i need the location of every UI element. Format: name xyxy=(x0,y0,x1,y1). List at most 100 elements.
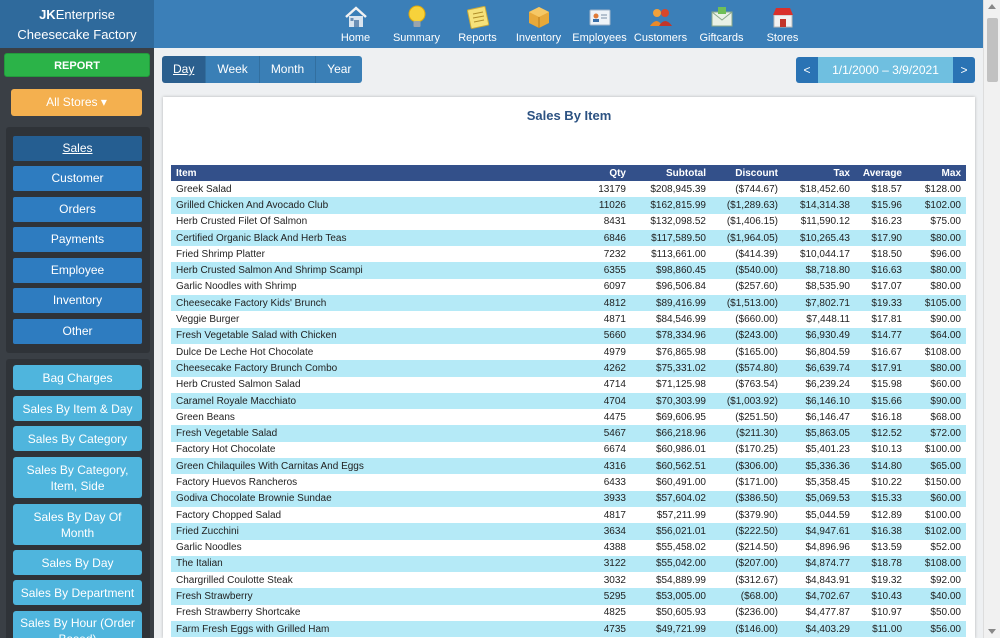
cell-item: Chargrilled Coulotte Steak xyxy=(176,574,293,586)
cell-qty: 3634 xyxy=(566,523,631,540)
cell-tax: $4,843.91 xyxy=(805,574,851,586)
cell-tax: $5,863.05 xyxy=(783,425,855,442)
sidebar-item-inventory[interactable]: Inventory xyxy=(13,288,142,313)
brand[interactable]: JKEnterprise Cheesecake Factory xyxy=(0,0,154,48)
cell-subtotal: $66,218.96 xyxy=(631,425,711,442)
cell-tax: $7,448.11 xyxy=(806,314,850,326)
page-scrollbar[interactable] xyxy=(983,0,1000,638)
report-link-sales-by-item-day[interactable]: Sales By Item & Day xyxy=(13,396,142,421)
cell-average: $15.66 xyxy=(855,392,907,410)
period-week-button[interactable]: Week xyxy=(206,56,260,83)
nav-customers[interactable]: Customers xyxy=(630,3,691,44)
nav-employees[interactable]: Employees xyxy=(569,3,630,44)
cell-item: Green Beans xyxy=(176,411,235,423)
lightbulb-icon xyxy=(403,3,431,31)
scroll-down-icon[interactable] xyxy=(988,629,996,634)
next-range-button[interactable]: > xyxy=(953,57,975,83)
cell-discount: ($222.50) xyxy=(711,523,783,540)
cell-subtotal: $113,661.00 xyxy=(651,248,706,260)
cell-max: $65.00 xyxy=(907,458,966,475)
column-header-subtotal[interactable]: Subtotal xyxy=(631,165,711,181)
column-header-max[interactable]: Max xyxy=(907,165,966,181)
date-range-display[interactable]: 1/1/2000 – 3/9/2021 xyxy=(818,57,953,83)
cell-average: $19.32 xyxy=(871,574,902,586)
column-header-tax[interactable]: Tax xyxy=(783,165,855,181)
store-icon xyxy=(769,3,797,31)
prev-range-button[interactable]: < xyxy=(796,57,818,83)
column-header-average[interactable]: Average xyxy=(855,165,907,181)
report-link-sales-by-day[interactable]: Sales By Day xyxy=(13,550,142,575)
table-row: The Italian 3122 $55,042.00 ($207.00) $4,874… xyxy=(171,555,966,573)
nav-reports[interactable]: Reports xyxy=(447,3,508,44)
report-link-sales-by-category[interactable]: Sales By Category xyxy=(13,426,142,451)
scroll-up-icon[interactable] xyxy=(988,4,996,9)
cell-tax: $5,401.23 xyxy=(805,444,851,456)
report-link-sales-by-department[interactable]: Sales By Department xyxy=(13,580,142,605)
cell-subtotal: $96,506.84 xyxy=(655,281,706,293)
cell-average: $10.43 xyxy=(855,588,907,605)
cell-average: $15.96 xyxy=(855,197,907,214)
cell-discount: ($165.00) xyxy=(735,346,778,358)
sidebar-item-sales[interactable]: Sales xyxy=(13,136,142,161)
cell-average: $19.33 xyxy=(855,295,907,312)
report-link-bag-charges[interactable]: Bag Charges xyxy=(13,365,142,390)
cell-qty: 6433 xyxy=(603,476,626,488)
nav-giftcards[interactable]: Giftcards xyxy=(691,3,752,44)
cell-average: $17.91 xyxy=(855,360,907,377)
cell-subtotal: $71,125.98 xyxy=(655,379,706,391)
table-row: Fried Shrimp Platter 7232 $113,661.00 ($414… xyxy=(171,246,966,262)
all-stores-dropdown[interactable]: All Stores ▾ xyxy=(11,89,142,116)
nav-inventory[interactable]: Inventory xyxy=(508,3,569,44)
cell-tax: $4,403.29 xyxy=(783,621,855,638)
cell-qty: 4714 xyxy=(603,379,626,391)
cell-item: Herb Crusted Salmon Salad xyxy=(176,379,301,391)
table-row: Garlic Noodles with Shrimp 6097 $96,506.84… xyxy=(171,279,966,295)
sidebar-item-employee[interactable]: Employee xyxy=(13,258,142,283)
cell-average: $16.18 xyxy=(871,411,902,423)
cell-tax: $18,452.60 xyxy=(799,183,850,195)
cell-item: Fresh Vegetable Salad with Chicken xyxy=(171,327,566,344)
cell-max: $64.00 xyxy=(907,327,966,344)
box-icon xyxy=(525,3,553,31)
report-link-sales-by-day-of-month[interactable]: Sales By Day Of Month xyxy=(13,504,142,545)
nav-summary[interactable]: Summary xyxy=(386,3,447,44)
cell-qty: 4704 xyxy=(566,392,631,410)
cell-max: $68.00 xyxy=(930,411,961,423)
period-year-button[interactable]: Year xyxy=(316,56,363,83)
sidebar-item-customer[interactable]: Customer xyxy=(13,166,142,191)
cell-max: $92.00 xyxy=(930,574,961,586)
cell-average: $15.33 xyxy=(855,490,907,507)
table-row: Godiva Chocolate Brownie Sundae 3933 $57,6… xyxy=(171,490,966,507)
cell-max: $80.00 xyxy=(907,360,966,377)
cell-qty: 6097 xyxy=(603,281,626,293)
sidebar-item-payments[interactable]: Payments xyxy=(13,227,142,252)
nav-reports-label: Reports xyxy=(458,32,497,44)
nav-home[interactable]: Home xyxy=(325,3,386,44)
column-header-qty[interactable]: Qty xyxy=(566,165,631,181)
nav-stores[interactable]: Stores xyxy=(752,3,813,44)
cell-discount: ($386.50) xyxy=(711,490,783,507)
report-link-sales-by-hour[interactable]: Sales By Hour (Order Based) xyxy=(13,611,142,638)
cell-qty: 4817 xyxy=(603,509,626,521)
column-header-item[interactable]: Item xyxy=(171,165,566,181)
period-month-button[interactable]: Month xyxy=(259,56,317,83)
report-button[interactable]: REPORT xyxy=(4,53,150,77)
report-link-sales-by-category-item-side[interactable]: Sales By Category, Item, Side xyxy=(13,457,142,498)
cell-max: $100.00 xyxy=(924,509,961,521)
cell-average: $16.63 xyxy=(855,262,907,279)
nav-employees-label: Employees xyxy=(572,32,627,44)
period-day-button[interactable]: Day xyxy=(162,56,207,83)
sidebar-item-other[interactable]: Other xyxy=(13,319,142,344)
table-header-row: Item Qty Subtotal Discount Tax Average M… xyxy=(171,165,966,181)
cell-discount: ($214.50) xyxy=(735,542,778,554)
sidebar-item-orders[interactable]: Orders xyxy=(13,197,142,222)
home-icon xyxy=(342,3,370,31)
cell-average: $10.97 xyxy=(871,607,902,619)
table-row: Herb Crusted Salmon And Shrimp Scampi 635… xyxy=(171,262,966,279)
cell-max: $75.00 xyxy=(930,216,961,228)
scrollbar-thumb[interactable] xyxy=(987,18,998,82)
cell-subtotal: $53,005.00 xyxy=(631,588,711,605)
column-header-discount[interactable]: Discount xyxy=(711,165,783,181)
cell-subtotal: $98,860.45 xyxy=(631,262,711,279)
sales-table: Item Qty Subtotal Discount Tax Average M… xyxy=(171,165,966,638)
